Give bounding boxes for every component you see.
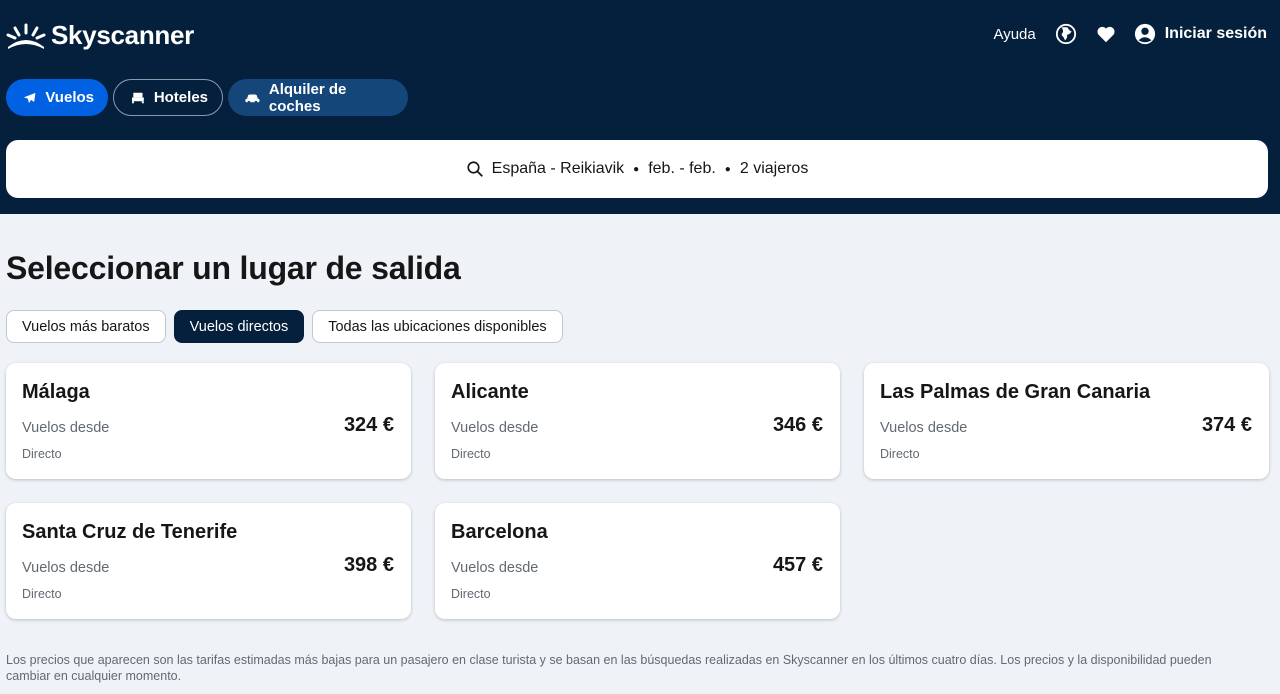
- tab-flights-label: Vuelos: [45, 89, 94, 106]
- header: Skyscanner Ayuda Iniciar sesión Vuelos H…: [0, 0, 1280, 214]
- filter-cheapest[interactable]: Vuelos más baratos: [6, 310, 166, 343]
- card-price: 398 €: [343, 554, 394, 576]
- destination-card[interactable]: Alicante Vuelos desde 346 € Directo: [435, 363, 840, 479]
- card-city: Alicante: [451, 381, 529, 403]
- card-flight-type: Directo: [451, 447, 491, 461]
- search-summary[interactable]: España - Reikiavik ● feb. - feb. ● 2 via…: [6, 140, 1268, 198]
- card-from-label: Vuelos desde: [451, 420, 539, 436]
- tab-hotels-label: Hoteles: [153, 89, 208, 106]
- logo[interactable]: Skyscanner: [6, 20, 194, 51]
- globe-icon[interactable]: [1054, 22, 1078, 46]
- help-link[interactable]: Ayuda: [993, 26, 1035, 43]
- separator-dot: ●: [633, 163, 640, 175]
- tab-flights[interactable]: Vuelos: [6, 79, 108, 116]
- search-dates: feb. - feb.: [648, 160, 716, 177]
- card-flight-type: Directo: [451, 587, 491, 601]
- card-flight-type: Directo: [880, 447, 920, 461]
- search-travelers: 2 viajeros: [739, 160, 809, 177]
- car-icon: [245, 93, 260, 104]
- destination-card[interactable]: Santa Cruz de Tenerife Vuelos desde 398 …: [6, 503, 411, 619]
- destination-card[interactable]: Barcelona Vuelos desde 457 € Directo: [435, 503, 840, 619]
- sunrise-logo-icon: [6, 23, 46, 49]
- price-disclaimer: Los precios que aparecen son las tarifas…: [6, 653, 1212, 683]
- login-label: Iniciar sesión: [1164, 25, 1267, 42]
- product-nav: Vuelos Hoteles Alquiler de coches: [6, 79, 413, 116]
- filter-all-locations[interactable]: Todas las ubicaciones disponibles: [312, 310, 563, 343]
- destination-card[interactable]: Las Palmas de Gran Canaria Vuelos desde …: [864, 363, 1269, 479]
- card-flight-type: Directo: [22, 587, 62, 601]
- user-icon: [1134, 23, 1155, 45]
- card-from-label: Vuelos desde: [22, 420, 110, 436]
- bed-icon: [131, 92, 144, 103]
- filter-direct[interactable]: Vuelos directos: [173, 310, 305, 343]
- tab-car-hire-label: Alquiler de coches: [268, 80, 347, 115]
- separator-dot: ●: [724, 163, 731, 175]
- filter-tabs: Vuelos más baratos Vuelos directos Todas…: [6, 310, 571, 343]
- plane-icon: [23, 92, 36, 103]
- header-actions: Ayuda Iniciar sesión: [993, 22, 1267, 46]
- heart-icon[interactable]: [1094, 22, 1118, 46]
- card-price: 346 €: [772, 414, 823, 436]
- card-city: Las Palmas de Gran Canaria: [880, 381, 1151, 403]
- card-city: Santa Cruz de Tenerife: [22, 521, 238, 543]
- card-price: 457 €: [772, 554, 823, 576]
- tab-car-hire[interactable]: Alquiler de coches: [228, 79, 408, 116]
- card-from-label: Vuelos desde: [880, 420, 968, 436]
- card-from-label: Vuelos desde: [451, 560, 539, 576]
- login-button[interactable]: Iniciar sesión: [1134, 23, 1267, 45]
- card-price: 324 €: [343, 414, 394, 436]
- destination-card[interactable]: Málaga Vuelos desde 324 € Directo: [6, 363, 411, 479]
- card-from-label: Vuelos desde: [22, 560, 110, 576]
- card-price: 374 €: [1201, 414, 1252, 436]
- card-flight-type: Directo: [22, 447, 62, 461]
- card-city: Barcelona: [451, 521, 548, 543]
- search-icon: [467, 161, 483, 177]
- page-title: Seleccionar un lugar de salida: [6, 250, 461, 286]
- search-route: España - Reikiavik: [491, 160, 625, 177]
- tab-hotels[interactable]: Hoteles: [113, 79, 223, 116]
- card-city: Málaga: [22, 381, 90, 403]
- brand-name: Skyscanner: [51, 20, 194, 50]
